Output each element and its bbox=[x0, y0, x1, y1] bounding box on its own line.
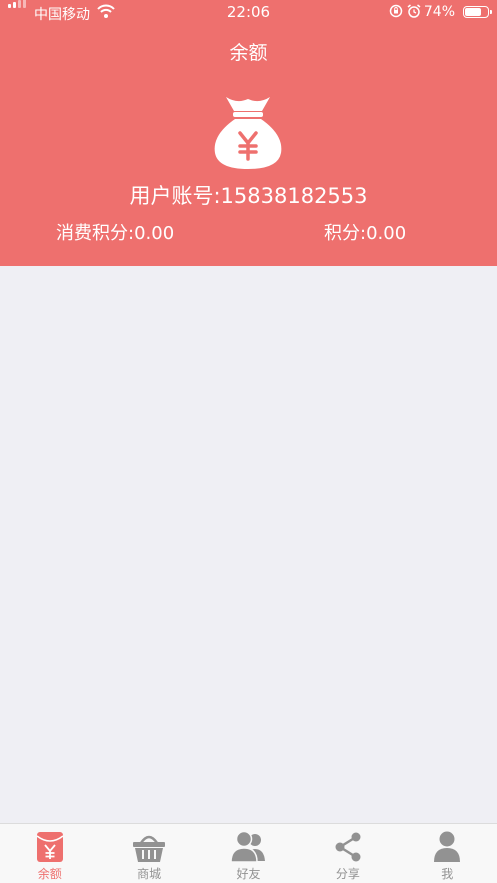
tab-balance[interactable]: 余额 bbox=[0, 824, 99, 883]
tab-label: 商城 bbox=[137, 867, 162, 881]
account-label: 用户账号: bbox=[129, 184, 221, 208]
battery-percent: 74% bbox=[423, 4, 455, 20]
tab-label: 余额 bbox=[37, 867, 62, 881]
tab-label: 好友 bbox=[236, 867, 261, 881]
battery-icon bbox=[463, 6, 492, 18]
tab-label: 我 bbox=[441, 867, 454, 881]
alarm-icon bbox=[407, 4, 421, 18]
red-envelope-icon bbox=[36, 832, 64, 862]
points-label: 积分: bbox=[324, 223, 367, 244]
basket-icon bbox=[133, 835, 166, 862]
page-title: 余额 bbox=[229, 42, 268, 64]
tab-label: 分享 bbox=[335, 867, 360, 881]
consume-points-label: 消费积分: bbox=[56, 223, 135, 244]
account-info: 用户账号:15838182553 bbox=[0, 180, 497, 210]
points: 积分:0.00 bbox=[324, 219, 406, 245]
tab-share[interactable]: 分享 bbox=[298, 824, 397, 883]
points-value: 0.00 bbox=[366, 223, 407, 244]
account-number: 15838182553 bbox=[220, 184, 368, 208]
consume-points: 消费积分:0.00 bbox=[56, 219, 174, 245]
share-icon bbox=[335, 832, 361, 862]
tab-mall[interactable]: 商城 bbox=[99, 824, 198, 883]
balance-header: 中国移动 22:06 74% 余额 用户账号:15838182553 消费积分:… bbox=[0, 0, 497, 266]
tab-me[interactable]: 我 bbox=[398, 824, 497, 883]
money-bag-icon bbox=[214, 97, 282, 169]
tab-friends[interactable]: 好友 bbox=[199, 824, 298, 883]
status-bar: 中国移动 22:06 74% bbox=[0, 0, 497, 26]
tab-bar: 余额 商城 好友 分享 我 bbox=[0, 823, 497, 883]
consume-points-value: 0.00 bbox=[134, 223, 175, 244]
user-icon bbox=[434, 831, 461, 862]
friends-icon bbox=[231, 831, 266, 863]
rotation-lock-icon bbox=[389, 4, 403, 18]
